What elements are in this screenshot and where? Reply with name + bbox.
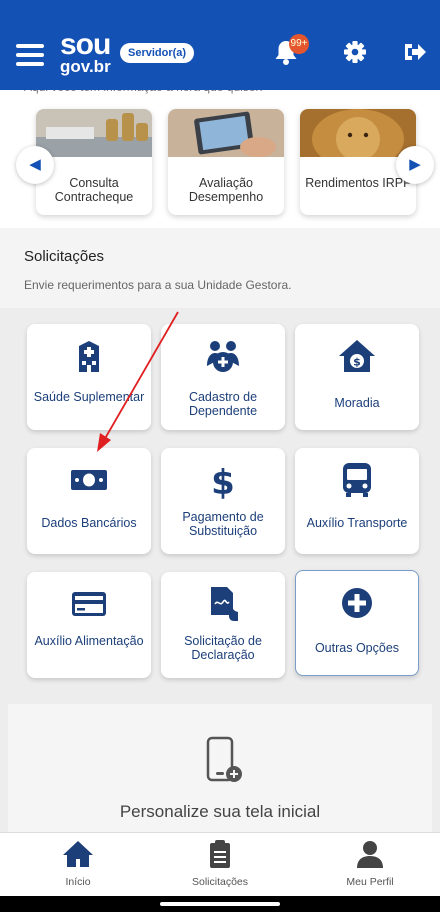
bottom-navigation: Início Solicitações Meu Perfil	[0, 832, 440, 896]
menu-bar	[16, 53, 44, 57]
logo-bottom-text: gov.br	[60, 57, 111, 76]
section-title: Solicitações	[24, 248, 105, 265]
service-label: Moradia	[334, 396, 380, 410]
service-label: Pagamento de Substituição	[182, 510, 264, 538]
service-tile-alimentacao[interactable]: Auxílio Alimentação	[27, 572, 151, 678]
service-label: Outras Opções	[314, 641, 400, 655]
nav-label: Início	[65, 876, 91, 888]
service-label: Auxílio Transporte	[306, 516, 408, 530]
service-label: Auxílio Alimentação	[34, 634, 144, 648]
requests-section: Solicitações Envie requerimentos para a …	[0, 228, 440, 308]
home-indicator[interactable]	[160, 902, 280, 906]
service-label: Cadastro de Dependente	[188, 390, 258, 418]
dependents-icon	[207, 341, 239, 372]
house-money-icon: $	[339, 340, 375, 372]
carousel-prev-button[interactable]: ◀	[16, 146, 54, 184]
tablet-image	[168, 109, 284, 157]
service-tile-outras[interactable]: Outras Opções	[295, 570, 419, 676]
service-tile-dados-bancarios[interactable]: Dados Bancários	[27, 448, 151, 554]
sougovbr-logo: sou gov.br	[60, 28, 111, 76]
system-home-bar	[0, 896, 440, 912]
logo-top-text: sou	[60, 28, 111, 61]
nav-item-home[interactable]: Início	[28, 839, 128, 888]
service-label: Dados Bancários	[41, 516, 137, 530]
hospital-icon	[79, 341, 99, 372]
service-tile-saude[interactable]: Saúde Suplementar	[27, 324, 151, 430]
coins-image	[36, 109, 152, 157]
carousel-card-label: Consulta Contracheque	[54, 176, 134, 204]
shortcut-carousel: ◀ Consulta Contracheque Avaliação Desemp…	[0, 100, 440, 228]
menu-bar	[16, 62, 44, 66]
personalize-title: Personalize sua tela inicial	[119, 802, 321, 821]
dollar-icon: $	[211, 463, 235, 500]
carousel-card-avaliacao[interactable]: Avaliação Desempenho	[168, 109, 284, 215]
service-tile-declaracao[interactable]: Solicitação de Declaração	[161, 572, 285, 678]
service-tile-dependente[interactable]: Cadastro de Dependente	[161, 324, 285, 430]
clipboard-icon	[210, 840, 230, 868]
profile-badge: Servidor(a)	[120, 43, 195, 63]
carousel-card-label: Avaliação Desempenho	[188, 176, 264, 204]
logout-icon[interactable]	[398, 36, 430, 68]
menu-button[interactable]	[16, 44, 44, 66]
carousel-next-button[interactable]: ▶	[396, 146, 434, 184]
service-label: Saúde Suplementar	[33, 390, 145, 404]
bus-icon	[343, 463, 371, 497]
personalize-section[interactable]: Personalize sua tela inicial	[8, 704, 432, 832]
carousel-card-label: Rendimentos IRPF	[305, 176, 411, 190]
svg-text:$: $	[211, 463, 235, 500]
lion-image	[300, 109, 416, 169]
plus-circle-icon	[342, 588, 372, 618]
service-tile-pagamento[interactable]: $ Pagamento de Substituição	[161, 448, 285, 554]
service-tile-moradia[interactable]: $ Moradia	[295, 324, 419, 430]
svg-text:$: $	[353, 356, 361, 369]
banknote-icon	[71, 470, 107, 490]
nav-label: Solicitações	[191, 876, 249, 888]
section-subtitle: Envie requerimentos para a sua Unidade G…	[24, 278, 292, 292]
nav-label: Meu Perfil	[346, 876, 394, 888]
phone-settings-icon	[206, 736, 242, 782]
document-sign-icon	[211, 587, 238, 621]
gear-icon[interactable]	[339, 36, 371, 68]
user-icon	[357, 841, 383, 868]
menu-bar	[16, 44, 44, 48]
nav-item-profile[interactable]: Meu Perfil	[320, 839, 420, 888]
home-icon	[63, 841, 93, 867]
service-tile-transporte[interactable]: Auxílio Transporte	[295, 448, 419, 554]
service-label: Solicitação de Declaração	[184, 634, 262, 662]
services-grid: Saúde Suplementar Cadastro de Dependente…	[0, 308, 440, 693]
app-header: sou gov.br Servidor(a) 99+	[0, 0, 440, 90]
nav-item-requests[interactable]: Solicitações	[170, 839, 270, 888]
app-screen: sou gov.br Servidor(a) 99+ Aqui você tem…	[0, 0, 440, 912]
notification-count: 99+	[289, 34, 309, 54]
card-icon	[72, 592, 106, 616]
